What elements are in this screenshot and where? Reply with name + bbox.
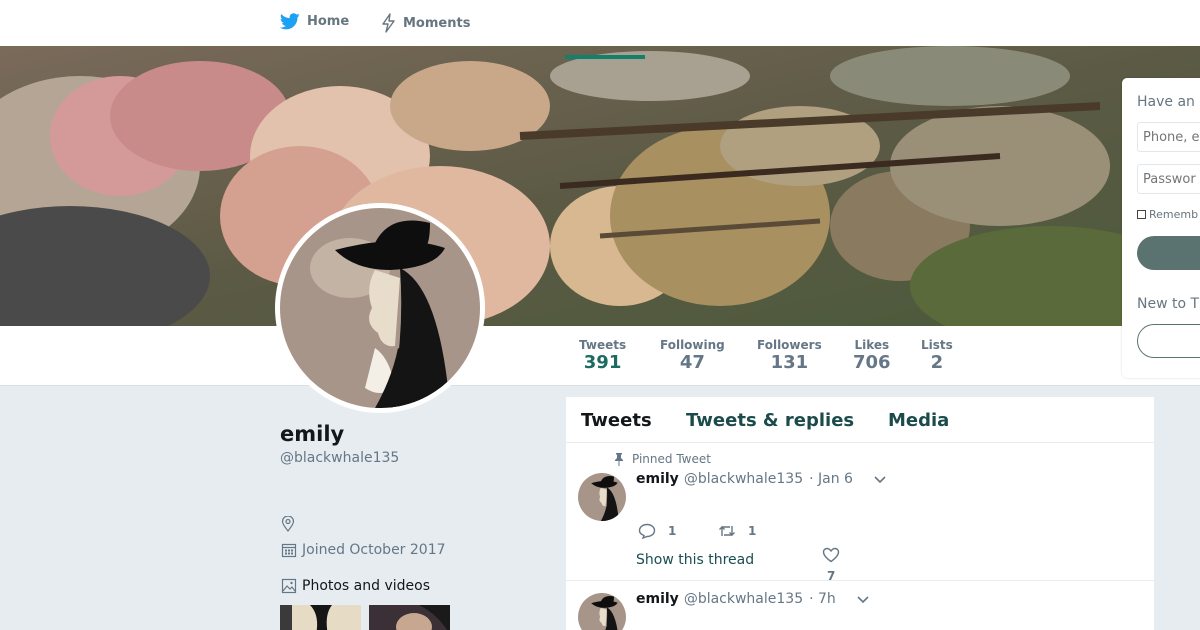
retweet-action[interactable]: 1 (718, 523, 756, 539)
timeline-tabs: Tweets Tweets & replies Media (566, 397, 1154, 443)
login-title: Have an (1137, 94, 1195, 110)
tweet-author-name[interactable]: emily (636, 591, 679, 607)
login-panel: Have an Rememb New to T (1122, 78, 1200, 378)
stat-followers-value: 131 (770, 352, 809, 373)
stat-lists[interactable]: Lists 2 (921, 338, 953, 374)
tweet-header: emily @blackwhale135 · 7h (636, 591, 870, 607)
media-thumbnail[interactable] (280, 605, 361, 630)
show-thread-link[interactable]: Show this thread (636, 552, 754, 568)
stat-following[interactable]: Following 47 (660, 338, 725, 374)
remember-me[interactable]: Rememb (1137, 208, 1198, 221)
nav-moments[interactable]: Moments (381, 13, 470, 33)
stat-following-label: Following (660, 338, 725, 352)
banner-image (0, 46, 1200, 326)
profile-joined: Joined October 2017 (281, 542, 446, 558)
photos-videos-label: Photos and videos (302, 578, 431, 594)
media-thumbnail[interactable] (369, 605, 450, 630)
profile-banner (0, 46, 1200, 326)
tweet-timestamp[interactable]: · 7h (809, 591, 836, 607)
nav-home-label: Home (307, 14, 350, 29)
nav-moments-label: Moments (403, 15, 471, 31)
tweet-item[interactable]: emily @blackwhale135 · 7h (566, 581, 1154, 630)
tweet-author-name[interactable]: emily (636, 471, 679, 487)
stat-active-underline (565, 55, 645, 59)
profile-handle[interactable]: @blackwhale135 (280, 450, 399, 466)
avatar-image (280, 208, 480, 408)
image-icon (281, 578, 297, 594)
tweet-avatar[interactable] (578, 473, 626, 521)
reply-action[interactable]: 1 (638, 523, 676, 539)
chevron-down-icon[interactable] (873, 474, 887, 484)
top-nav: Home Moments (0, 0, 1200, 46)
profile-joined-label: Joined October 2017 (302, 542, 446, 558)
retweet-count: 1 (748, 524, 757, 538)
pin-icon (615, 453, 623, 466)
reply-icon (638, 523, 656, 539)
reply-count: 1 (668, 524, 677, 538)
tab-media[interactable]: Media (888, 410, 949, 431)
photos-videos-link[interactable]: Photos and videos (281, 578, 430, 594)
pinned-label: Pinned Tweet (632, 452, 711, 466)
timeline: Tweets Tweets & replies Media Pinned Twe… (566, 397, 1154, 630)
nav-home[interactable]: Home (280, 13, 349, 30)
new-to-twitter-label: New to T (1137, 296, 1200, 312)
chevron-down-icon[interactable] (856, 594, 870, 604)
stat-following-value: 47 (679, 352, 705, 373)
stat-followers[interactable]: Followers 131 (757, 338, 822, 374)
tweet-author-handle[interactable]: @blackwhale135 (684, 471, 803, 487)
remember-label: Rememb (1149, 208, 1199, 221)
tweet-author-handle[interactable]: @blackwhale135 (684, 591, 803, 607)
stat-likes-label: Likes (854, 338, 890, 352)
calendar-icon (281, 543, 297, 558)
tweet-timestamp[interactable]: · Jan 6 (809, 471, 853, 487)
stat-lists-label: Lists (921, 338, 953, 352)
password-input[interactable] (1137, 164, 1200, 194)
profile-stats-bar: Tweets 391 Following 47 Followers 131 Li… (0, 326, 1200, 386)
retweet-icon (719, 526, 735, 536)
stat-tweets-label: Tweets (579, 338, 627, 352)
location-icon (281, 515, 295, 536)
profile-name: emily (280, 422, 345, 446)
stat-tweets[interactable]: Tweets 391 (579, 338, 626, 374)
signup-button[interactable] (1137, 324, 1200, 358)
profile-avatar[interactable] (275, 203, 485, 413)
phone-email-input[interactable] (1137, 122, 1200, 152)
stat-followers-label: Followers (757, 338, 822, 352)
remember-checkbox[interactable] (1137, 210, 1146, 219)
heart-icon (822, 547, 840, 563)
tab-tweets-replies[interactable]: Tweets & replies (686, 410, 854, 431)
tweet-header: emily @blackwhale135 · Jan 6 (636, 471, 887, 487)
lightning-icon (382, 13, 395, 33)
stat-likes-value: 706 (853, 352, 891, 373)
tweet-item[interactable]: Pinned Tweet emily @blackwhale135 · Jan … (566, 443, 1154, 583)
stat-tweets-value: 391 (583, 352, 622, 373)
pinned-indicator: Pinned Tweet (614, 452, 711, 466)
like-action[interactable] (822, 547, 840, 567)
stat-likes[interactable]: Likes 706 (853, 338, 891, 374)
tweet-avatar[interactable] (578, 593, 626, 630)
tab-tweets[interactable]: Tweets (581, 410, 652, 431)
login-button[interactable] (1137, 236, 1200, 270)
stat-lists-value: 2 (930, 352, 944, 373)
twitter-bird-icon (280, 13, 300, 30)
